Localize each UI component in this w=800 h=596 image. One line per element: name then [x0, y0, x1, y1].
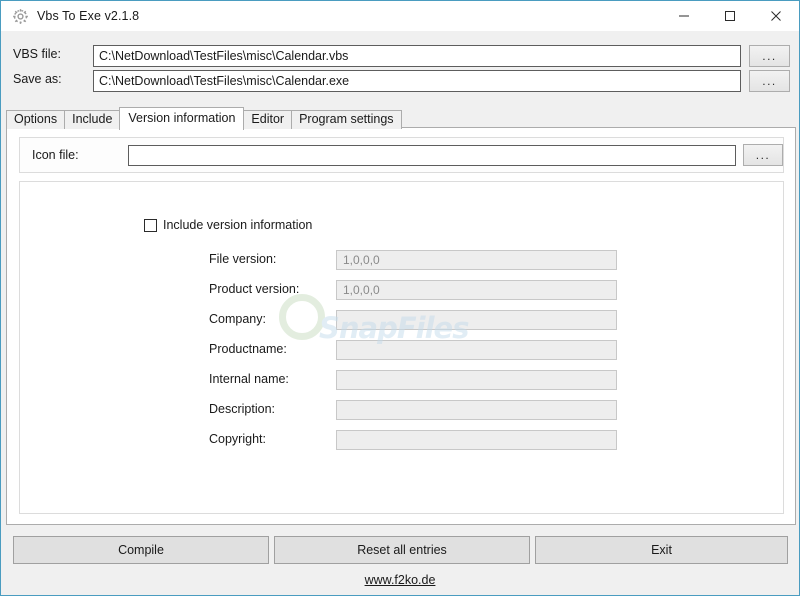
tab-include[interactable]: Include	[64, 110, 121, 129]
internal-name-input[interactable]	[336, 370, 617, 390]
copyright-row: Copyright:	[20, 430, 783, 450]
icon-file-label: Icon file:	[32, 148, 79, 162]
vbs-file-row: VBS file: ...	[2, 45, 798, 67]
action-button-row: Compile Reset all entries Exit	[2, 536, 798, 564]
icon-file-browse-button[interactable]: ...	[743, 144, 783, 166]
gear-icon	[11, 7, 29, 25]
company-label: Company:	[209, 312, 266, 326]
productname-label: Productname:	[209, 342, 287, 356]
exit-button[interactable]: Exit	[535, 536, 788, 564]
window-controls	[661, 1, 799, 31]
minimize-icon[interactable]	[661, 1, 707, 31]
include-version-information-row[interactable]: Include version information	[144, 218, 312, 232]
product-version-row: Product version:	[20, 280, 783, 300]
description-label: Description:	[209, 402, 275, 416]
close-icon[interactable]	[753, 1, 799, 31]
file-version-label: File version:	[209, 252, 277, 266]
product-version-label: Product version:	[209, 282, 300, 296]
include-version-information-label: Include version information	[163, 218, 313, 232]
save-as-browse-button[interactable]: ...	[749, 70, 790, 92]
version-details-group: Include version information File version…	[19, 181, 784, 514]
internal-name-row: Internal name:	[20, 370, 783, 390]
tab-options[interactable]: Options	[6, 110, 66, 129]
save-as-label: Save as:	[13, 72, 62, 86]
application-window: Vbs To Exe v2.1.8 VBS file: ... Save as:…	[0, 0, 800, 596]
icon-file-group: Icon file: ...	[19, 137, 784, 173]
tab-editor[interactable]: Editor	[243, 110, 293, 129]
include-version-information-checkbox[interactable]	[144, 218, 157, 232]
website-link[interactable]: www.f2ko.de	[2, 573, 798, 587]
copyright-label: Copyright:	[209, 432, 266, 446]
maximize-icon[interactable]	[707, 1, 753, 31]
description-input[interactable]	[336, 400, 617, 420]
save-as-input[interactable]	[93, 70, 741, 92]
vbs-file-label: VBS file:	[13, 47, 61, 61]
internal-name-label: Internal name:	[209, 372, 289, 386]
product-version-input[interactable]	[336, 280, 617, 300]
description-row: Description:	[20, 400, 783, 420]
window-title: Vbs To Exe v2.1.8	[37, 9, 140, 23]
tab-strip: Options Include Version information Edit…	[6, 107, 402, 130]
bottom-action-bar: Compile Reset all entries Exit www.f2ko.…	[2, 529, 798, 595]
productname-input[interactable]	[336, 340, 617, 360]
file-version-row: File version:	[20, 250, 783, 270]
version-information-panel: Icon file: ... Include version informati…	[6, 127, 796, 525]
file-paths-section: VBS file: ... Save as: ...	[2, 31, 798, 104]
tab-version-information[interactable]: Version information	[119, 107, 245, 130]
company-row: Company:	[20, 310, 783, 330]
copyright-input[interactable]	[336, 430, 617, 450]
company-input[interactable]	[336, 310, 617, 330]
save-as-row: Save as: ...	[2, 70, 798, 92]
compile-button[interactable]: Compile	[13, 536, 269, 564]
title-bar: Vbs To Exe v2.1.8	[1, 1, 799, 31]
vbs-file-browse-button[interactable]: ...	[749, 45, 790, 67]
tab-program-settings[interactable]: Program settings	[291, 110, 402, 129]
file-version-input[interactable]	[336, 250, 617, 270]
reset-all-entries-button[interactable]: Reset all entries	[274, 536, 530, 564]
vbs-file-input[interactable]	[93, 45, 741, 67]
productname-row: Productname:	[20, 340, 783, 360]
icon-file-input[interactable]	[128, 145, 736, 166]
